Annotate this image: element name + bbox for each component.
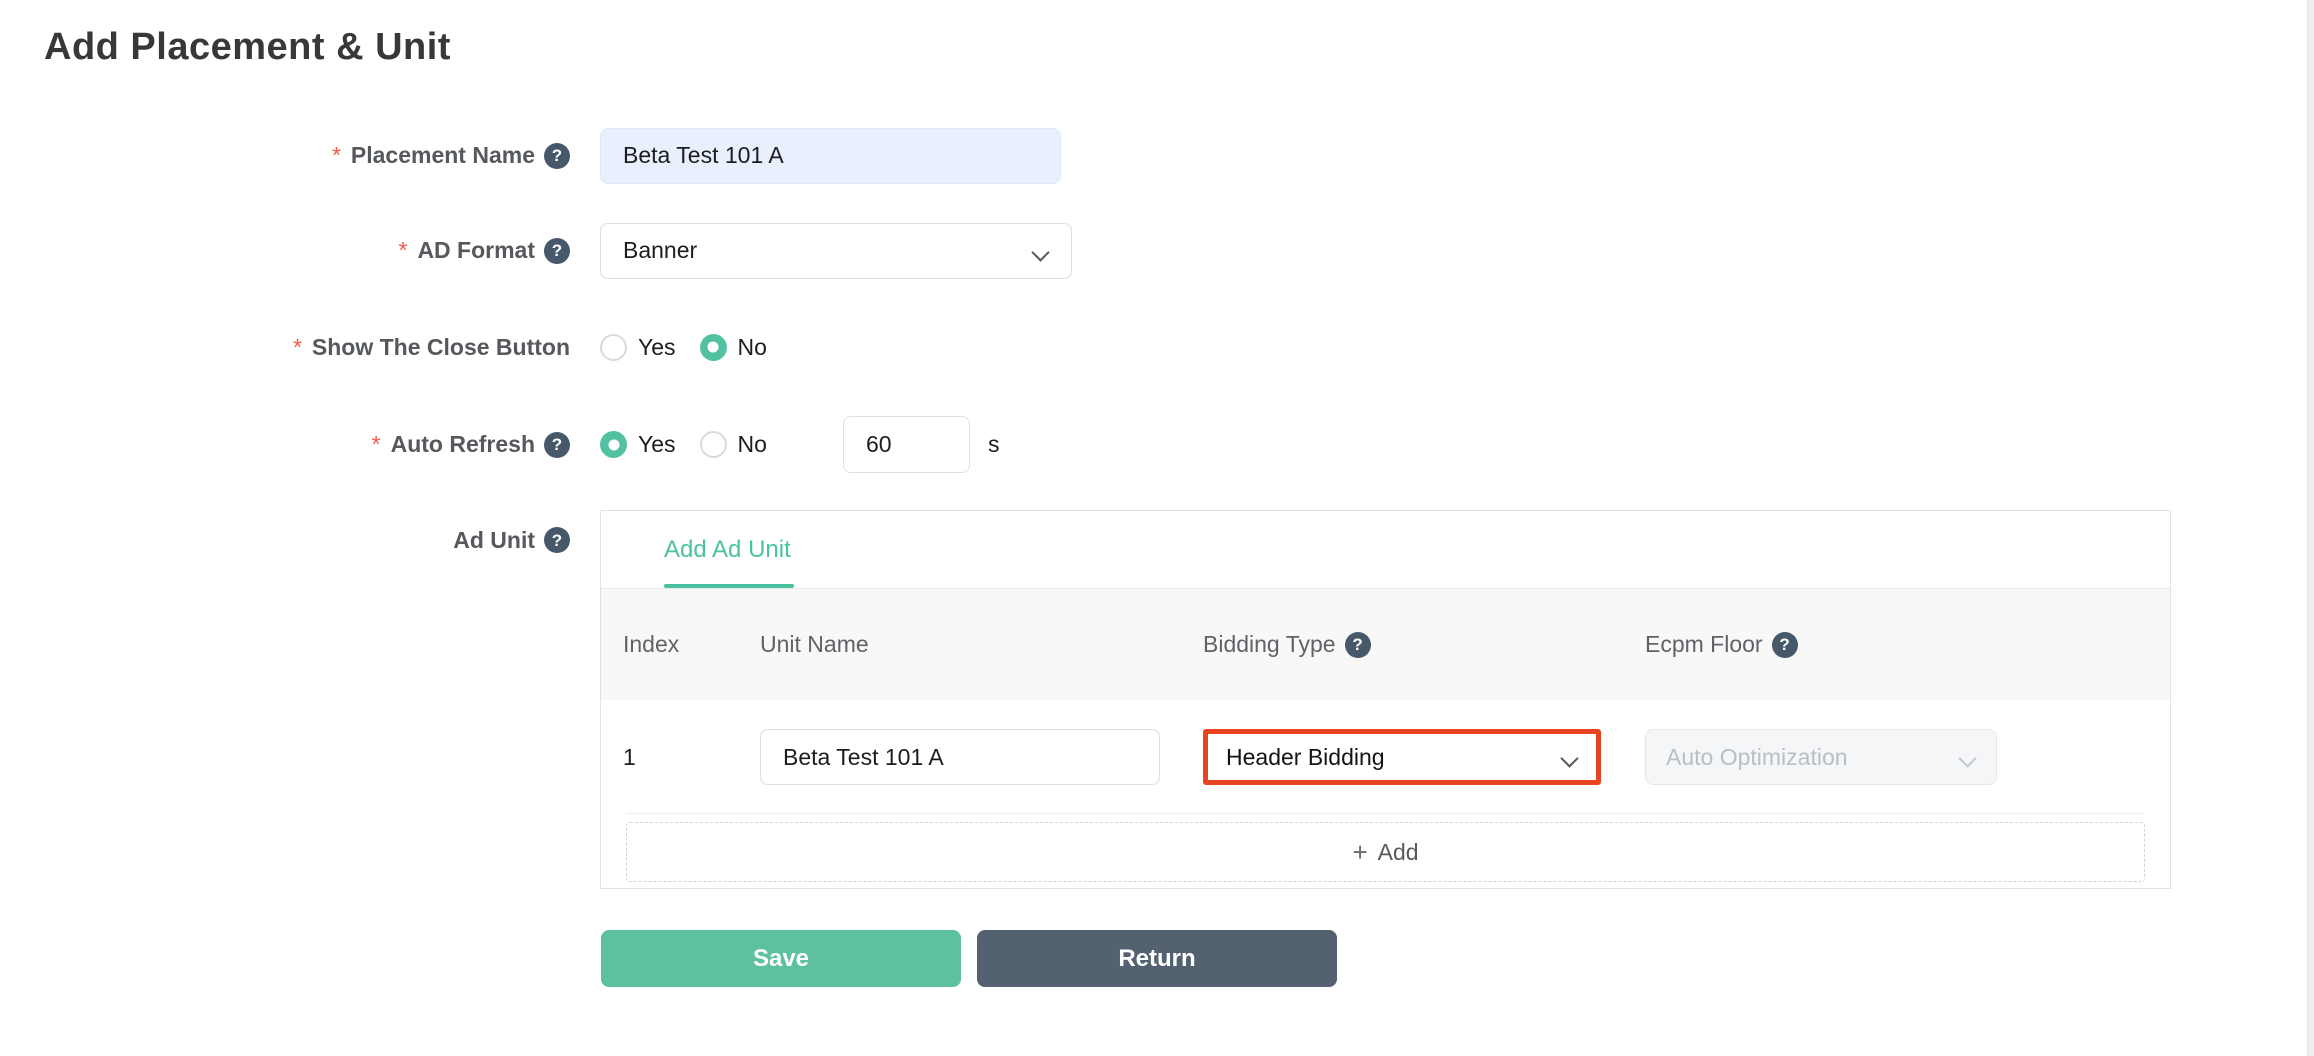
placement-name-row: * Placement Name ? [0,127,1061,184]
required-marker: * [293,334,302,361]
show-close-radio-group: Yes No [600,334,767,361]
show-close-button-label: * Show The Close Button [0,334,570,361]
ad-unit-label-text: Ad Unit [453,527,535,554]
auto-refresh-row: * Auto Refresh ? Yes No s [0,416,999,473]
radio-unchecked-icon[interactable] [600,334,627,361]
ad-format-label-text: AD Format [417,237,535,264]
required-marker: * [372,431,381,458]
chevron-down-icon [1033,243,1049,259]
show-close-yes-label: Yes [638,334,676,361]
show-close-option-yes[interactable]: Yes [600,334,676,361]
auto-refresh-option-yes[interactable]: Yes [600,431,676,458]
auto-refresh-interval-group: s [843,416,1000,473]
auto-refresh-label: * Auto Refresh ? [0,431,570,458]
save-button[interactable]: Save [601,930,961,987]
tab-add-ad-unit[interactable]: Add Ad Unit [664,511,791,589]
radio-checked-icon[interactable] [700,334,727,361]
page-title: Add Placement & Unit [44,26,451,69]
unit-name-input[interactable] [760,729,1160,785]
return-button[interactable]: Return [977,930,1337,987]
show-close-button-row: * Show The Close Button Yes No [0,319,767,375]
ad-format-selected-value: Banner [623,237,697,264]
chevron-down-icon [1960,749,1976,765]
auto-refresh-option-no[interactable]: No [700,431,767,458]
plus-icon: + [1352,839,1367,865]
bidding-type-selected-value: Header Bidding [1226,744,1385,771]
column-header-index: Index [623,631,679,658]
chevron-down-icon [1562,749,1578,765]
required-marker: * [398,237,407,264]
help-icon[interactable]: ? [544,432,570,458]
ecpm-floor-select-disabled: Auto Optimization [1645,729,1997,785]
show-close-button-label-text: Show The Close Button [312,334,570,361]
column-header-bidding-type: Bidding Type [1203,631,1336,658]
placement-name-label-text: Placement Name [351,142,535,169]
radio-checked-icon[interactable] [600,431,627,458]
ecpm-floor-selected-value: Auto Optimization [1666,744,1848,771]
ad-format-select[interactable]: Banner [600,223,1072,279]
ad-unit-label: Ad Unit ? [0,527,570,554]
column-header-unit-name: Unit Name [760,631,869,658]
add-ad-unit-button[interactable]: + Add [626,822,2145,882]
scrollbar-track[interactable] [2307,0,2314,1056]
show-close-no-label: No [738,334,767,361]
auto-refresh-yes-label: Yes [638,431,676,458]
ad-unit-table-header: Index Unit Name Bidding Type ? Ecpm Floo… [601,589,2170,700]
auto-refresh-radio-group: Yes No [600,431,767,458]
ad-format-label: * AD Format ? [0,237,570,264]
bidding-type-select[interactable]: Header Bidding [1203,729,1601,785]
help-icon[interactable]: ? [1772,632,1798,658]
auto-refresh-label-text: Auto Refresh [391,431,535,458]
help-icon[interactable]: ? [544,527,570,553]
help-icon[interactable]: ? [544,238,570,264]
ad-unit-tab-bar: Add Ad Unit [601,511,2170,589]
show-close-option-no[interactable]: No [700,334,767,361]
ad-format-row: * AD Format ? Banner [0,222,1072,279]
refresh-interval-unit: s [988,431,1000,458]
active-tab-underline [664,584,794,588]
column-header-ecpm-floor: Ecpm Floor [1645,631,1763,658]
ad-unit-panel: Add Ad Unit Index Unit Name Bidding Type… [600,510,2171,889]
row-index-value: 1 [623,744,636,770]
placement-name-input[interactable] [600,128,1061,184]
auto-refresh-no-label: No [738,431,767,458]
help-icon[interactable]: ? [544,143,570,169]
radio-unchecked-icon[interactable] [700,431,727,458]
add-row-wrapper: + Add [626,813,2145,882]
help-icon[interactable]: ? [1345,632,1371,658]
placement-name-label: * Placement Name ? [0,142,570,169]
action-button-row: Save Return [601,930,1337,987]
ad-unit-label-row: Ad Unit ? [0,510,570,570]
required-marker: * [332,142,341,169]
table-row: 1 Header Bidding Auto Optimization [601,700,2170,813]
add-button-label: Add [1378,839,1419,866]
refresh-interval-input[interactable] [843,416,970,473]
